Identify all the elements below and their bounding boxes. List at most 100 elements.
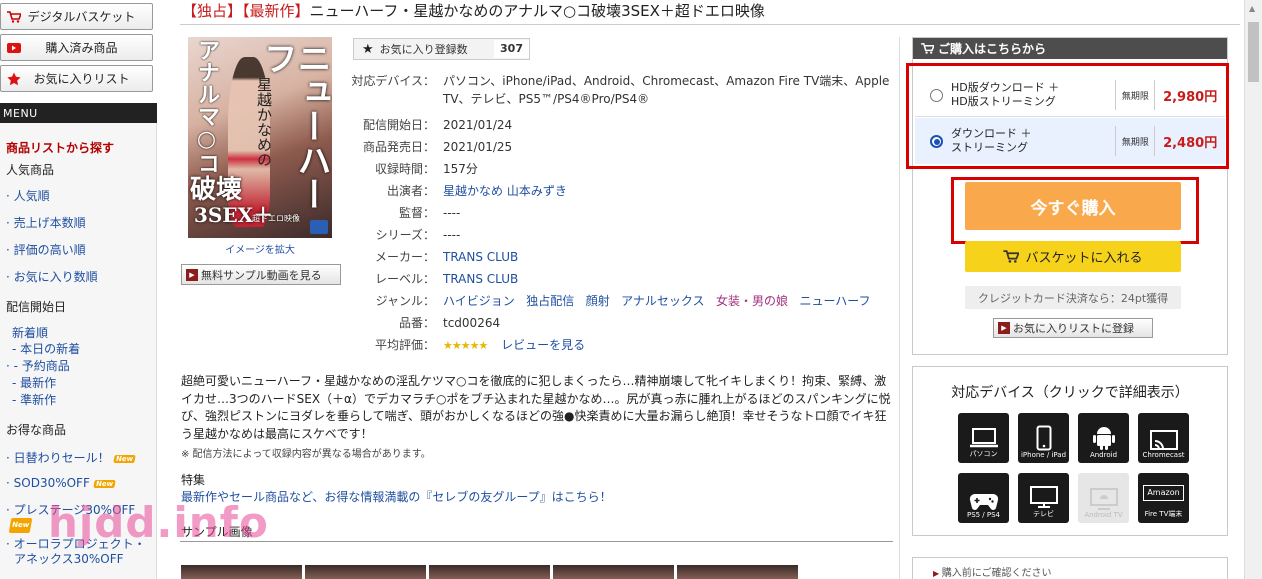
- purchased-items-button[interactable]: 購入済み商品: [0, 34, 153, 61]
- sidebar-item-label: 準新作: [20, 393, 57, 407]
- sidebar-item-label: お気に入り数順: [13, 270, 98, 284]
- add-to-basket-button[interactable]: バスケットに入れる: [965, 241, 1181, 272]
- options-highlight-frame: [906, 63, 1229, 169]
- info-value: tcd00264: [443, 316, 501, 330]
- device-android-tv[interactable]: Android TV: [1078, 473, 1129, 523]
- info-key: 配信開始日：: [362, 118, 435, 132]
- android-tv-icon: [1089, 488, 1118, 510]
- sidebar-item-reserve[interactable]: · - 予約商品: [0, 358, 156, 375]
- product-description: 超絶可愛いニューハーフ・星越かなめの淫乱ケツマ○コを徹底的に犯しまくったら…精神…: [181, 374, 891, 441]
- info-value: 2021/01/25: [443, 140, 513, 154]
- info-row-release: 商品発売日： 2021/01/25: [340, 136, 895, 158]
- scroll-up-icon[interactable]: ▲: [1249, 4, 1255, 13]
- genre-link[interactable]: アナルセックス: [621, 294, 704, 308]
- favorites-count-box: ★ お気に入り登録数 307: [353, 38, 530, 60]
- sample-thumbnail[interactable]: [181, 565, 302, 579]
- sidebar-item-semi-new[interactable]: - 準新作: [0, 392, 156, 421]
- info-key: 出演者：: [386, 184, 435, 198]
- sample-thumbnail[interactable]: [305, 565, 426, 579]
- favorites-list-label: お気に入りリスト: [33, 72, 130, 86]
- favorites-list-button[interactable]: お気に入りリスト: [0, 65, 153, 92]
- device-label: Android TV: [1084, 511, 1123, 519]
- sidebar-item-label: 人気順: [13, 189, 50, 203]
- package-image[interactable]: アナルマ○コ 星越かなめの ニューハーフ 破壊 3SEX＋ 超ドエロ映像: [188, 37, 332, 238]
- vertical-scrollbar[interactable]: ▲: [1244, 0, 1262, 579]
- release-header: 配信開始日: [6, 300, 67, 314]
- cart-icon: [1003, 250, 1020, 263]
- device-label: Android: [1089, 451, 1118, 459]
- video-play-icon: [3, 42, 25, 53]
- next-panel-label: 購入前にご確認ください: [941, 568, 1052, 579]
- sidebar-item-latest[interactable]: - 最新作: [0, 375, 156, 392]
- digital-basket-button[interactable]: デジタルバスケット: [0, 3, 153, 30]
- list-search-header[interactable]: 商品リストから探す: [0, 123, 156, 163]
- review-link[interactable]: レビューを見る: [501, 338, 585, 352]
- maker-link[interactable]: TRANS CLUB: [443, 246, 518, 268]
- cover-left-text: アナルマ○コ: [194, 39, 219, 174]
- feature-header: 特集: [181, 473, 206, 487]
- cover-extra-text: 超ドエロ映像: [252, 214, 300, 223]
- laptop-icon: [969, 428, 998, 448]
- info-row-rating: 平均評価： ★★★★★ レビューを見る: [340, 334, 895, 357]
- genre-link[interactable]: 独占配信: [526, 294, 574, 308]
- sample-thumbnail[interactable]: [677, 565, 798, 579]
- info-row-label: レーベル： TRANS CLUB: [340, 268, 895, 290]
- rating-stars: ★★★★★: [443, 339, 488, 352]
- sidebar-item-new[interactable]: 新着順: [0, 324, 156, 341]
- favorites-count-value: 307: [494, 40, 529, 58]
- enlarge-image-link[interactable]: イメージを拡大: [188, 241, 332, 256]
- device-label: PS5 / PS4: [966, 511, 1001, 519]
- title-divider: [180, 24, 1240, 25]
- buy-now-button[interactable]: 今すぐ購入: [965, 182, 1181, 230]
- info-row-start: 配信開始日： 2021/01/24: [340, 114, 895, 136]
- add-to-favorites-button[interactable]: ▶ お気に入りリストに登録: [993, 318, 1153, 338]
- tv-icon: [1029, 486, 1058, 508]
- play-arrow-icon: ▶: [933, 569, 942, 578]
- sidebar-item-favorites-count[interactable]: · お気に入り数順: [0, 268, 156, 298]
- sample-thumbnail[interactable]: [553, 565, 674, 579]
- sidebar-item-today[interactable]: - 本日の新着: [0, 341, 156, 358]
- device-iphone[interactable]: iPhone / iPad: [1018, 413, 1069, 463]
- sample-thumbnail[interactable]: [429, 565, 550, 579]
- devices-title: 対応デバイス（クリックで詳細表示）: [951, 385, 1189, 401]
- device-label: iPhone / iPad: [1020, 451, 1067, 459]
- info-key: 平均評価：: [374, 338, 435, 352]
- sample-video-button[interactable]: ▶ 無料サンプル動画を見る: [181, 264, 341, 285]
- title-tag: 【独占】【最新作】: [182, 2, 310, 20]
- genre-link[interactable]: 女装・男の娘: [716, 294, 788, 308]
- play-arrow-icon: ▶: [186, 268, 198, 281]
- sidebar-item-label: 売上げ本数順: [13, 216, 86, 230]
- sidebar-item-popular[interactable]: · 人気順: [0, 187, 156, 214]
- sidebar-item-cutoff: アネックス30%OFF: [14, 552, 124, 566]
- info-key: メーカー：: [374, 250, 435, 264]
- info-row-code: 品番： tcd00264: [340, 312, 895, 334]
- genre-link[interactable]: 顔射: [586, 294, 610, 308]
- info-key: 監督：: [398, 206, 435, 220]
- genre-list: ハイビジョン 独占配信 顔射 アナルセックス 女装・男の娘 ニューハーフ: [443, 290, 871, 312]
- gamepad-icon: [969, 493, 998, 510]
- purchased-items-label: 購入済み商品: [45, 41, 118, 55]
- device-firetv[interactable]: Amazon Fire TV端末: [1138, 473, 1189, 523]
- sidebar-item-rating[interactable]: · 評価の高い順: [0, 241, 156, 268]
- genre-link[interactable]: ハイビジョン: [443, 294, 515, 308]
- sidebar-item-daily-sale[interactable]: · 日替わりセール！ New: [0, 449, 156, 476]
- new-badge: New: [93, 479, 116, 488]
- device-chromecast[interactable]: Chromecast: [1138, 413, 1189, 463]
- device-label: Chromecast: [1142, 451, 1185, 459]
- cast-link[interactable]: 星越かなめ 山本みずき: [443, 180, 567, 202]
- label-link[interactable]: TRANS CLUB: [443, 268, 518, 290]
- device-pc[interactable]: パソコン: [958, 413, 1009, 463]
- device-tv[interactable]: テレビ: [1018, 473, 1069, 523]
- sidebar-item-label: 評価の高い順: [13, 243, 86, 257]
- device-android[interactable]: Android: [1078, 413, 1129, 463]
- sidebar-item-sales[interactable]: · 売上げ本数順: [0, 214, 156, 241]
- info-key: 商品発売日：: [362, 140, 435, 154]
- genre-link[interactable]: ニューハーフ: [799, 294, 870, 308]
- info-row-maker: メーカー： TRANS CLUB: [340, 246, 895, 268]
- scrollbar-thumb[interactable]: [1248, 22, 1259, 82]
- left-sidebar: デジタルバスケット 購入済み商品 お気に入りリスト MENU 商品リストから探す…: [0, 0, 157, 579]
- device-ps[interactable]: PS5 / PS4: [958, 473, 1009, 523]
- sidebar-item-label: 日替わりセール！: [13, 451, 110, 465]
- info-value: 2021/01/24: [443, 118, 513, 132]
- column-divider: [899, 37, 900, 579]
